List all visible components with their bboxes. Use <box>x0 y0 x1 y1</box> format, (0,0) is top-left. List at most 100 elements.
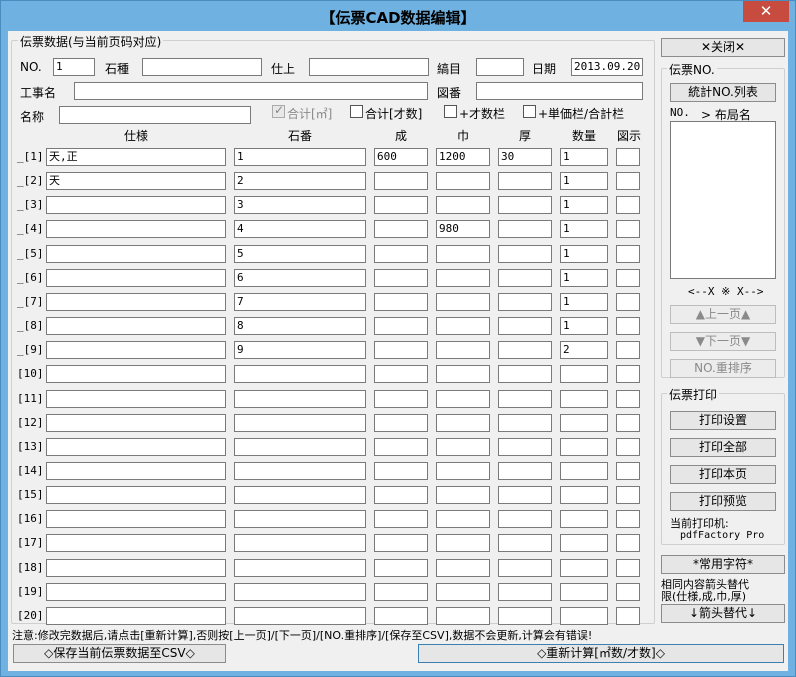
cell-width-input[interactable] <box>436 172 490 190</box>
section-input[interactable] <box>476 58 524 76</box>
cell-qty-input[interactable]: 1 <box>560 245 608 263</box>
project-name-input[interactable] <box>74 82 428 100</box>
cell-length-input[interactable] <box>374 341 428 359</box>
cell-length-input[interactable] <box>374 559 428 577</box>
cell-width-input[interactable] <box>436 559 490 577</box>
cell-thickness-input[interactable] <box>498 293 552 311</box>
cell-width-input[interactable] <box>436 583 490 601</box>
cell-qty-input[interactable]: 1 <box>560 317 608 335</box>
cell-length-input[interactable] <box>374 583 428 601</box>
cell-length-input[interactable] <box>374 196 428 214</box>
cell-length-input[interactable] <box>374 607 428 625</box>
cell-spec-input[interactable] <box>46 607 226 625</box>
cell-length-input[interactable] <box>374 269 428 287</box>
cell-stone-no-input[interactable] <box>234 365 366 383</box>
cell-thickness-input[interactable] <box>498 462 552 480</box>
cell-spec-input[interactable]: 天,正 <box>46 148 226 166</box>
cell-qty-input[interactable] <box>560 559 608 577</box>
cell-qty-input[interactable]: 1 <box>560 293 608 311</box>
price-column-checkbox[interactable] <box>523 105 536 118</box>
cell-thickness-input[interactable] <box>498 486 552 504</box>
cell-spec-input[interactable] <box>46 486 226 504</box>
cell-spec-input[interactable] <box>46 245 226 263</box>
cell-length-input[interactable]: 600 <box>374 148 428 166</box>
cell-figure-input[interactable] <box>616 559 640 577</box>
finish-input[interactable] <box>309 58 429 76</box>
cell-stone-no-input[interactable] <box>234 510 366 528</box>
cell-length-input[interactable] <box>374 220 428 238</box>
cell-spec-input[interactable] <box>46 220 226 238</box>
cell-figure-input[interactable] <box>616 196 640 214</box>
cell-qty-input[interactable] <box>560 414 608 432</box>
cell-stone-no-input[interactable] <box>234 583 366 601</box>
cell-thickness-input[interactable] <box>498 245 552 263</box>
cell-width-input[interactable]: 1200 <box>436 148 490 166</box>
cell-thickness-input[interactable] <box>498 365 552 383</box>
slip-no-listbox[interactable] <box>670 121 776 279</box>
cell-spec-input[interactable] <box>46 269 226 287</box>
cell-figure-input[interactable] <box>616 317 640 335</box>
cell-stone-no-input[interactable]: 3 <box>234 196 366 214</box>
cell-spec-input[interactable] <box>46 414 226 432</box>
cell-qty-input[interactable] <box>560 390 608 408</box>
cell-qty-input[interactable]: 2 <box>560 341 608 359</box>
cell-stone-no-input[interactable]: 4 <box>234 220 366 238</box>
cell-stone-no-input[interactable] <box>234 607 366 625</box>
cell-stone-no-input[interactable] <box>234 438 366 456</box>
print-all-button[interactable]: 打印全部 <box>670 438 776 457</box>
cell-length-input[interactable] <box>374 365 428 383</box>
cell-spec-input[interactable] <box>46 510 226 528</box>
cell-stone-no-input[interactable]: 8 <box>234 317 366 335</box>
cell-stone-no-input[interactable] <box>234 462 366 480</box>
cell-figure-input[interactable] <box>616 172 640 190</box>
cell-spec-input[interactable] <box>46 583 226 601</box>
prev-page-button[interactable]: ▲上一页▲ <box>670 305 776 324</box>
cell-width-input[interactable] <box>436 269 490 287</box>
arrow-replace-button[interactable]: ↓箭头替代↓ <box>661 604 785 623</box>
item-name-input[interactable] <box>59 106 251 124</box>
cell-figure-input[interactable] <box>616 341 640 359</box>
cell-thickness-input[interactable] <box>498 196 552 214</box>
cell-width-input[interactable] <box>436 414 490 432</box>
cell-stone-no-input[interactable] <box>234 534 366 552</box>
cell-thickness-input[interactable] <box>498 390 552 408</box>
drawing-no-input[interactable] <box>476 82 643 100</box>
cell-spec-input[interactable] <box>46 462 226 480</box>
print-preview-button[interactable]: 打印预览 <box>670 492 776 511</box>
cell-thickness-input[interactable] <box>498 583 552 601</box>
cell-length-input[interactable] <box>374 172 428 190</box>
cell-length-input[interactable] <box>374 390 428 408</box>
cell-spec-input[interactable] <box>46 438 226 456</box>
cell-width-input[interactable] <box>436 510 490 528</box>
cell-width-input[interactable] <box>436 486 490 504</box>
cell-figure-input[interactable] <box>616 293 640 311</box>
cell-width-input[interactable] <box>436 534 490 552</box>
cell-figure-input[interactable] <box>616 390 640 408</box>
cell-figure-input[interactable] <box>616 414 640 432</box>
cell-figure-input[interactable] <box>616 438 640 456</box>
common-chars-button[interactable]: *常用字符* <box>661 555 785 574</box>
cell-qty-input[interactable] <box>560 438 608 456</box>
cell-stone-no-input[interactable]: 1 <box>234 148 366 166</box>
renumber-button[interactable]: NO.重排序 <box>670 359 776 378</box>
cell-width-input[interactable]: 980 <box>436 220 490 238</box>
cell-qty-input[interactable] <box>560 510 608 528</box>
cell-figure-input[interactable] <box>616 534 640 552</box>
cell-thickness-input[interactable] <box>498 341 552 359</box>
cell-thickness-input[interactable] <box>498 559 552 577</box>
print-page-button[interactable]: 打印本页 <box>670 465 776 484</box>
cell-figure-input[interactable] <box>616 462 640 480</box>
cell-figure-input[interactable] <box>616 583 640 601</box>
cell-width-input[interactable] <box>436 293 490 311</box>
cell-figure-input[interactable] <box>616 607 640 625</box>
cell-figure-input[interactable] <box>616 220 640 238</box>
cell-figure-input[interactable] <box>616 365 640 383</box>
cell-length-input[interactable] <box>374 510 428 528</box>
print-settings-button[interactable]: 打印设置 <box>670 411 776 430</box>
recalc-button[interactable]: ◇重新计算[㎡数/才数]◇ <box>418 644 784 663</box>
cell-stone-no-input[interactable]: 7 <box>234 293 366 311</box>
total-cai-checkbox[interactable] <box>350 105 363 118</box>
cai-column-checkbox[interactable] <box>444 105 457 118</box>
cell-qty-input[interactable] <box>560 607 608 625</box>
cell-spec-input[interactable]: 天 <box>46 172 226 190</box>
